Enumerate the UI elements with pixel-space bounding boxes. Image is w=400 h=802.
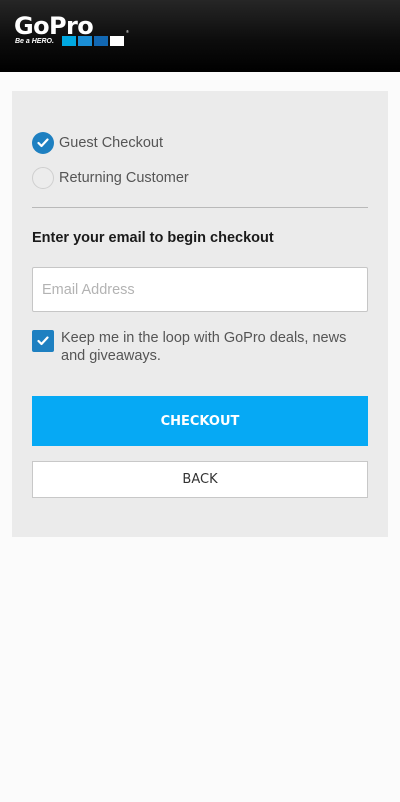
returning-customer-label: Returning Customer — [59, 170, 189, 186]
registered-mark: ® — [126, 29, 129, 34]
logo-square-4 — [110, 36, 124, 46]
site-header: GoPro ® Be a HERO. — [0, 0, 400, 72]
email-input[interactable] — [32, 267, 368, 312]
guest-checkout-option[interactable]: Guest Checkout — [32, 132, 163, 154]
gopro-logo[interactable]: GoPro ® Be a HERO. — [14, 12, 134, 52]
newsletter-checkbox[interactable] — [32, 330, 54, 352]
checkout-panel: Guest Checkout Returning Customer Enter … — [12, 91, 388, 537]
returning-customer-option[interactable]: Returning Customer — [32, 167, 189, 189]
logo-tagline: Be a HERO. — [15, 38, 54, 45]
check-icon — [37, 336, 49, 346]
guest-checkout-label: Guest Checkout — [59, 135, 163, 151]
newsletter-label: Keep me in the loop with GoPro deals, ne… — [61, 330, 347, 364]
check-icon — [37, 138, 49, 148]
email-heading: Enter your email to begin checkout — [32, 230, 274, 246]
logo-square-2 — [78, 36, 92, 46]
radio-checked[interactable] — [32, 132, 54, 154]
radio-unchecked[interactable] — [32, 167, 54, 189]
logo-square-1 — [62, 36, 76, 46]
checkout-button[interactable]: CHECKOUT — [32, 396, 368, 446]
logo-square-3 — [94, 36, 108, 46]
divider — [32, 207, 368, 208]
back-button[interactable]: BACK — [32, 461, 368, 498]
